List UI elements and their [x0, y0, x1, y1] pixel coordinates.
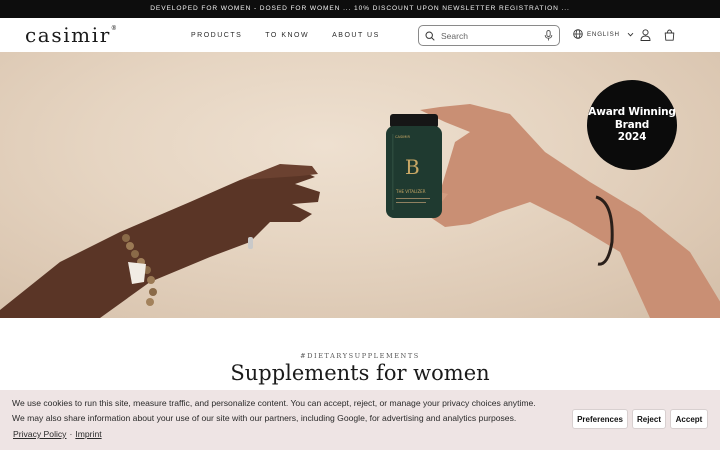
- supplement-bottle: B CASIMIR THE VITALIZER: [386, 114, 442, 218]
- logo-text: casimir: [25, 23, 111, 47]
- imprint-link[interactable]: Imprint: [75, 429, 101, 439]
- nav-about-us[interactable]: ABOUT US: [332, 32, 380, 39]
- logo[interactable]: casimir®: [25, 23, 119, 47]
- left-hand: [0, 170, 320, 318]
- search-icon: [425, 30, 435, 41]
- reject-button[interactable]: Reject: [632, 409, 666, 429]
- cookie-text-line-2: We may also share information about your…: [12, 413, 517, 423]
- award-line-1: Award Winning: [588, 106, 676, 119]
- award-badge: Award Winning Brand 2024: [587, 80, 677, 170]
- nav-to-know[interactable]: TO KNOW: [265, 32, 309, 39]
- accept-button[interactable]: Accept: [670, 409, 708, 429]
- link-separator: ·: [69, 429, 73, 439]
- section-hashtag: #DIETARYSUPPLEMENTS: [300, 352, 420, 360]
- announcement-text: DEVELOPED FOR WOMEN - DOSED FOR WOMEN ..…: [150, 5, 570, 12]
- section-headline: Supplements for women: [230, 361, 490, 385]
- globe-icon: [573, 29, 583, 39]
- language-label: ENGLISH: [587, 30, 620, 38]
- preferences-button[interactable]: Preferences: [572, 409, 628, 429]
- site-header: casimir® PRODUCTS TO KNOW ABOUT US ENGLI…: [0, 18, 720, 52]
- nav-products[interactable]: PRODUCTS: [191, 32, 242, 39]
- privacy-policy-link[interactable]: Privacy Policy: [13, 429, 66, 439]
- logo-mark: ®: [110, 25, 119, 32]
- bottle-letter: B: [405, 155, 420, 179]
- ring: [248, 237, 253, 249]
- award-line-3: 2024: [617, 131, 647, 144]
- bottle-brand: CASIMIR: [395, 135, 410, 139]
- award-line-2: Brand: [614, 118, 650, 131]
- language-selector[interactable]: ENGLISH: [573, 29, 634, 39]
- microphone-icon[interactable]: [544, 30, 553, 41]
- announcement-bar: DEVELOPED FOR WOMEN - DOSED FOR WOMEN ..…: [0, 0, 720, 18]
- cart-icon[interactable]: [664, 29, 675, 41]
- cookie-banner: We use cookies to run this site, measure…: [0, 390, 720, 450]
- chevron-down-icon: [627, 31, 634, 38]
- cookie-links: Privacy Policy · Imprint: [13, 429, 102, 439]
- intro-section: #DIETARYSUPPLEMENTS Supplements for wome…: [0, 318, 720, 390]
- cookie-text-line-1: We use cookies to run this site, measure…: [12, 398, 536, 408]
- bottle-name: THE VITALIZER: [395, 189, 426, 194]
- hero-banner: B CASIMIR THE VITALIZER Award Winning Br…: [0, 52, 720, 318]
- account-icon[interactable]: [640, 29, 651, 41]
- search-input[interactable]: [441, 30, 541, 41]
- main-nav: PRODUCTS TO KNOW ABOUT US: [191, 18, 380, 52]
- search-box[interactable]: [418, 25, 560, 46]
